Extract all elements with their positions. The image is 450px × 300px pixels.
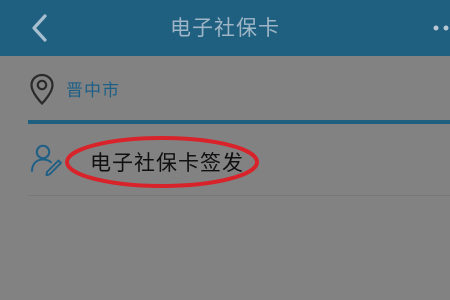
top-app-bar: 电子社保卡 <box>0 0 450 56</box>
row-divider <box>28 195 450 196</box>
more-button[interactable] <box>430 16 450 40</box>
current-city-label: 晋中市 <box>66 81 120 101</box>
location-pin-icon <box>30 73 54 106</box>
highlight-ellipse <box>62 132 262 192</box>
red-circle-annotation <box>65 136 259 188</box>
location-selector[interactable]: 晋中市 <box>0 58 450 120</box>
app-screen: 电子社保卡 晋中市 电子社保卡签发 <box>0 0 450 300</box>
more-dots-icon <box>433 25 449 31</box>
page-title: 电子社保卡 <box>170 16 280 40</box>
user-edit-icon <box>31 144 62 176</box>
